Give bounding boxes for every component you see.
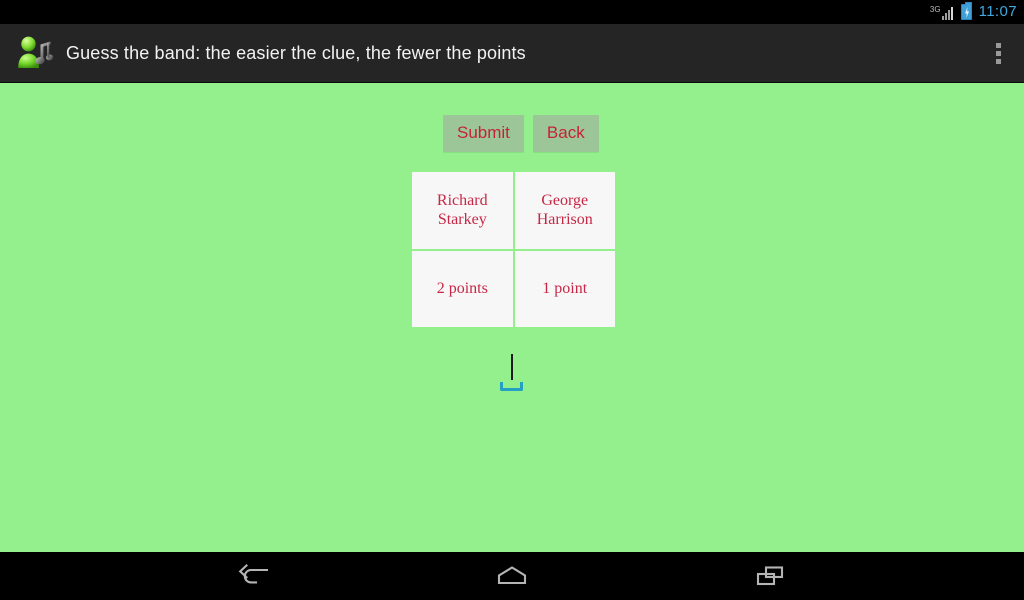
action-button-row: Submit Back (443, 115, 599, 152)
nav-back-icon[interactable] (225, 556, 283, 596)
system-navigation-bar (0, 552, 1024, 600)
text-select-handle-icon[interactable] (500, 382, 523, 391)
back-button[interactable]: Back (532, 115, 599, 152)
table-cell-clue-1[interactable]: Richard Starkey (412, 172, 513, 249)
clue-table: Richard Starkey George Harrison 2 points… (412, 172, 615, 327)
android-screen: 3G 11:07 Guess the band: the easier the … (0, 0, 1024, 600)
app-title: Guess the band: the easier the clue, the… (66, 42, 526, 63)
status-bar: 3G 11:07 (0, 0, 1024, 24)
nav-recents-icon[interactable] (741, 556, 799, 596)
battery-charging-icon (960, 2, 972, 20)
signal-strength-bars (941, 7, 953, 20)
text-caret-icon (511, 354, 513, 380)
submit-button[interactable]: Submit (443, 115, 524, 152)
nav-home-icon[interactable] (483, 556, 541, 596)
table-cell-points-2[interactable]: 1 point (514, 250, 615, 327)
app-content-area: Submit Back Richard Starkey George Harri… (0, 84, 1024, 552)
lightning-bolt-icon (965, 7, 970, 18)
status-clock: 11:07 (978, 3, 1017, 20)
band-music-note-icon (14, 32, 56, 74)
overflow-menu-icon[interactable] (972, 24, 1024, 83)
network-type-label: 3G (929, 5, 941, 14)
table-cell-clue-2[interactable]: George Harrison (514, 172, 615, 249)
answer-input[interactable] (497, 354, 527, 398)
table-cell-points-1[interactable]: 2 points (412, 250, 513, 327)
signal-bars-icon: 3G (930, 4, 953, 20)
action-bar: Guess the band: the easier the clue, the… (0, 24, 1024, 83)
